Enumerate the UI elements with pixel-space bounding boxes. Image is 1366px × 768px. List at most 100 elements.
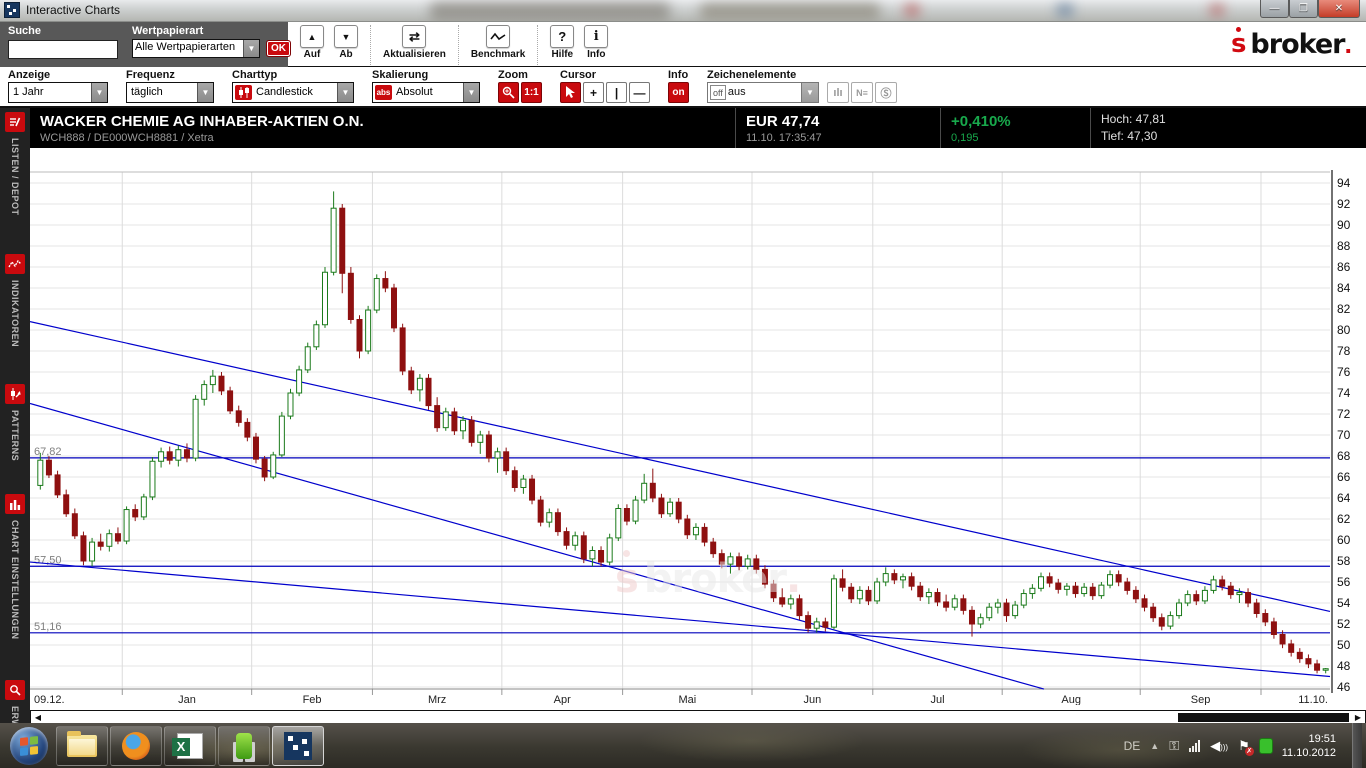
excel-icon	[177, 733, 203, 759]
volume-bars-button[interactable]: ılı	[827, 82, 849, 103]
sbroker-s-mark-icon: s	[1231, 34, 1246, 54]
arrow-up-icon: ▲	[308, 32, 317, 42]
firefox-icon	[122, 732, 150, 760]
cursor-crosshair-button[interactable]: +	[583, 82, 604, 103]
svg-text:54: 54	[1337, 596, 1351, 610]
wallpaper-blur	[430, 2, 670, 20]
help-button[interactable]: ?	[550, 25, 574, 48]
taskbar-messenger-button[interactable]	[218, 726, 270, 766]
anzeige-dropdown[interactable]: 1 Jahr ▼	[8, 82, 108, 103]
show-desktop-button[interactable]	[1352, 723, 1362, 768]
off-badge: off	[710, 85, 726, 100]
taskbar-clock[interactable]: 19:51 11.10.2012	[1282, 732, 1342, 760]
chevron-down-icon[interactable]: ▼	[197, 83, 213, 102]
chevron-down-icon[interactable]: ▼	[243, 40, 259, 57]
wallpaper-blur	[700, 3, 880, 19]
charttyp-value: Candlestick	[252, 83, 337, 102]
change-absolute: 0,195	[951, 132, 1080, 144]
action-center-flag-icon[interactable]: ⚑	[1238, 738, 1250, 754]
app-icon	[4, 2, 20, 18]
wertpapierart-value: Alle Wertpapierarten	[133, 40, 243, 57]
cursor-label: Cursor	[560, 69, 650, 81]
cursor-arrow-icon	[565, 86, 576, 99]
cursor-hline-button[interactable]: —	[629, 82, 650, 103]
charttyp-dropdown[interactable]: Candlestick ▼	[232, 82, 354, 103]
skalierung-value: Absolut	[392, 83, 463, 102]
info-on-toggle[interactable]: on	[668, 82, 689, 103]
taskbar-excel-button[interactable]	[164, 726, 216, 766]
left-sidebar: LISTEN / DEPOT INDIKATOREN PATTERNS CHAR…	[0, 108, 30, 723]
taskbar-explorer-button[interactable]	[56, 726, 108, 766]
taskbar-interactive-charts-button[interactable]	[272, 726, 324, 766]
svg-text:50: 50	[1337, 638, 1351, 652]
svg-text:62: 62	[1337, 512, 1351, 526]
svg-text:72: 72	[1337, 407, 1351, 421]
show-hidden-icons-button[interactable]: ▲	[1150, 741, 1159, 751]
info-button[interactable]: i	[584, 25, 608, 48]
volume-icon[interactable]: ◀)))	[1210, 738, 1228, 754]
zeichenelemente-dropdown[interactable]: off aus ▼	[707, 82, 819, 103]
button-label: Auf	[304, 49, 321, 60]
frequenz-dropdown[interactable]: täglich ▼	[126, 82, 214, 103]
benchmark-button[interactable]	[486, 25, 510, 48]
splits-button[interactable]: Ⓢ	[875, 82, 897, 103]
news-button[interactable]: N≡	[851, 82, 873, 103]
language-indicator[interactable]: DE	[1124, 739, 1141, 753]
tray-messenger-icon[interactable]	[1260, 739, 1272, 753]
sidebar-item-indikatoren[interactable]: INDIKATOREN	[5, 254, 25, 376]
maximize-button[interactable]: ❐	[1289, 0, 1318, 18]
scroll-up-button[interactable]: ▲	[300, 25, 324, 48]
search-input[interactable]	[8, 40, 118, 59]
day-high: Hoch: 47,81	[1101, 111, 1166, 128]
zoom-label: Zoom	[498, 69, 542, 81]
chevron-down-icon[interactable]: ▼	[801, 83, 818, 102]
price-chart[interactable]: 9492908886848280787674727068666462605856…	[30, 148, 1366, 705]
chevron-down-icon[interactable]: ▼	[463, 83, 479, 102]
toolbar-primary: Suche Wertpapierart Alle Wertpapierarten…	[0, 22, 1366, 67]
sidebar-item-patterns[interactable]: PATTERNS	[5, 384, 25, 486]
sidebar-item-listen-depot[interactable]: LISTEN / DEPOT	[5, 112, 25, 246]
svg-text:Jun: Jun	[804, 694, 822, 705]
network-signal-icon[interactable]	[1189, 740, 1200, 752]
cursor-vline-button[interactable]: |	[606, 82, 627, 103]
wertpapierart-label: Wertpapierart	[132, 25, 260, 37]
windows-taskbar: DE ▲ ⚿ ◀))) ⚑ 19:51 11.10.2012	[0, 723, 1366, 768]
svg-text:Mrz: Mrz	[428, 694, 446, 705]
svg-text:88: 88	[1337, 239, 1351, 253]
button-label: Benchmark	[471, 49, 525, 60]
windows-logo-icon	[20, 736, 38, 756]
minimize-button[interactable]: —	[1260, 0, 1289, 18]
scroll-down-button[interactable]: ▼	[334, 25, 358, 48]
svg-text:86: 86	[1337, 260, 1351, 274]
wallpaper-blur	[1210, 4, 1224, 16]
anzeige-label: Anzeige	[8, 69, 108, 81]
anzeige-value: 1 Jahr	[9, 83, 91, 102]
info-toggle-label: Info	[668, 69, 689, 81]
chevron-down-icon[interactable]: ▼	[337, 83, 353, 102]
chevron-down-icon[interactable]: ▼	[91, 83, 107, 102]
scroll-left-arrow[interactable]: ◀	[32, 712, 44, 723]
wertpapierart-dropdown[interactable]: Alle Wertpapierarten ▼	[132, 39, 260, 58]
close-button[interactable]: ✕	[1318, 0, 1360, 18]
scrollbar-thumb[interactable]	[1178, 713, 1349, 722]
refresh-button[interactable]: ⇄	[402, 25, 426, 48]
interactive-charts-icon	[284, 732, 312, 760]
start-button[interactable]	[10, 727, 48, 765]
svg-text:Apr: Apr	[554, 694, 571, 705]
cursor-arrow-button[interactable]	[560, 82, 581, 103]
zoom-reset-button[interactable]: 1:1	[521, 82, 542, 103]
instrument-name: WACKER CHEMIE AG INHABER-AKTIEN O.N.	[40, 113, 725, 130]
system-tray: DE ▲ ⚿ ◀))) ⚑ 19:51 11.10.2012	[1124, 723, 1366, 768]
svg-text:90: 90	[1337, 218, 1351, 232]
zoom-in-button[interactable]	[498, 82, 519, 103]
taskbar-firefox-button[interactable]	[110, 726, 162, 766]
sidebar-item-chart-einstellungen[interactable]: CHART EINSTELLUNGEN	[5, 494, 25, 672]
svg-text:09.12.: 09.12.	[34, 694, 65, 705]
zeichenelemente-value: aus	[728, 83, 801, 102]
power-plug-icon[interactable]: ⚿	[1169, 738, 1179, 754]
skalierung-dropdown[interactable]: abs Absolut ▼	[372, 82, 480, 103]
messenger-icon	[236, 733, 252, 759]
svg-text:56: 56	[1337, 575, 1351, 589]
scroll-right-arrow[interactable]: ▶	[1352, 712, 1364, 723]
folder-icon	[67, 735, 97, 757]
